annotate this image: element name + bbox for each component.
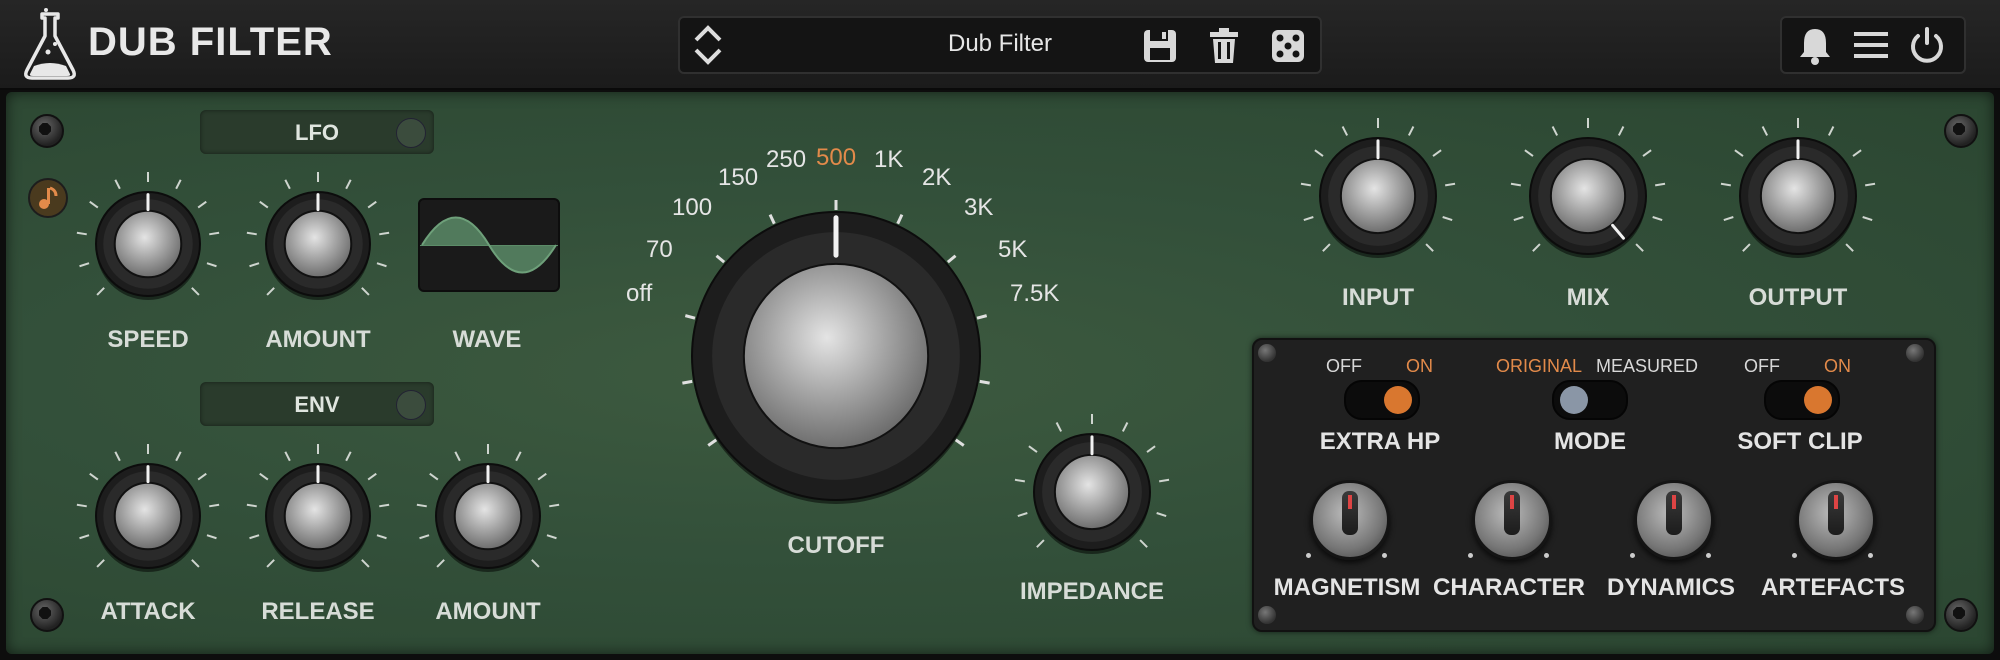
mix-label: MIX [1566, 284, 1610, 311]
bell-icon[interactable] [1794, 24, 1836, 66]
soft-clip-label: SOFT CLIP [1737, 428, 1863, 455]
lfo-amount-label: AMOUNT [265, 326, 371, 353]
flask-logo-icon [24, 8, 76, 80]
magnetism-label: MAGNETISM [1273, 574, 1421, 601]
screw [1944, 598, 1978, 632]
power-icon[interactable] [1906, 24, 1948, 66]
preset-name[interactable]: Dub Filter [880, 30, 1120, 58]
output-knob[interactable] [1706, 104, 1890, 288]
tick-dot [1306, 553, 1311, 558]
tick-dot [1382, 553, 1387, 558]
character-knob[interactable] [1472, 480, 1552, 560]
dynamics-knob[interactable] [1634, 480, 1714, 560]
preset-bar: Dub Filter [678, 16, 1322, 74]
input-knob[interactable] [1286, 104, 1470, 288]
cutoff-scale-label-selected: 500 [816, 144, 857, 171]
cutoff-scale-label: 2K [922, 164, 952, 191]
artefacts-label: ARTEFACTS [1761, 574, 1905, 601]
screw [30, 114, 64, 148]
screw [1258, 344, 1276, 362]
output-label: OUTPUT [1748, 284, 1848, 311]
input-label: INPUT [1342, 284, 1414, 311]
env-release-knob[interactable] [232, 430, 404, 602]
lfo-speed-knob[interactable] [62, 158, 234, 330]
dynamics-label: DYNAMICS [1606, 574, 1735, 601]
screw [30, 598, 64, 632]
lfo-power-button[interactable] [396, 118, 426, 148]
cutoff-knob[interactable] [676, 196, 996, 516]
trash-icon[interactable] [1204, 26, 1244, 66]
tick-dot [1468, 553, 1473, 558]
preset-up-down-arrows-icon[interactable] [690, 22, 726, 68]
screw [1906, 606, 1924, 624]
top-bar: DUB FILTER Dub Filter [0, 0, 2000, 90]
sine-wave-icon [420, 216, 558, 274]
mode-toggle[interactable] [1552, 380, 1628, 420]
lfo-speed-label: SPEED [107, 326, 189, 353]
soft-clip-off-option: OFF [1744, 356, 1780, 376]
soft-clip-toggle[interactable] [1764, 380, 1840, 420]
character-label: CHARACTER [1433, 574, 1585, 601]
screw [1944, 114, 1978, 148]
wave-selector[interactable] [418, 198, 560, 292]
screw [1906, 344, 1924, 362]
tick-dot [1868, 553, 1873, 558]
cutoff-scale-label: 250 [766, 146, 807, 173]
artefacts-knob[interactable] [1796, 480, 1876, 560]
mix-knob[interactable] [1496, 104, 1680, 288]
cutoff-label: CUTOFF [787, 532, 885, 559]
env-power-button[interactable] [396, 390, 426, 420]
tick-dot [1630, 553, 1635, 558]
magnetism-knob[interactable] [1310, 480, 1390, 560]
screw [1258, 606, 1276, 624]
env-attack-knob[interactable] [62, 430, 234, 602]
menu-icon[interactable] [1850, 24, 1892, 66]
env-section-header: ENV [200, 382, 434, 426]
lfo-amount-knob[interactable] [232, 158, 404, 330]
mode-measured-option: MEASURED [1596, 356, 1699, 376]
extra-hp-off-option: OFF [1326, 356, 1362, 376]
extra-hp-toggle[interactable] [1344, 380, 1420, 420]
randomize-dice-icon[interactable] [1268, 26, 1308, 66]
env-amount-label: AMOUNT [435, 598, 541, 625]
mode-label: MODE [1554, 428, 1626, 455]
env-amount-knob[interactable] [402, 430, 574, 602]
cutoff-scale-label: off [626, 280, 653, 307]
impedance-knob[interactable] [1000, 400, 1184, 584]
system-buttons [1780, 16, 1966, 74]
extra-hp-label: EXTRA HP [1319, 428, 1441, 455]
cutoff-scale-label: 5K [998, 236, 1028, 263]
cutoff-scale-label: 150 [718, 164, 759, 191]
lfo-section-header: LFO [200, 110, 434, 154]
env-attack-label: ATTACK [100, 598, 196, 625]
cutoff-scale-label: 1K [874, 146, 904, 173]
app-title: DUB FILTER [88, 20, 333, 64]
extra-hp-on-option: ON [1406, 356, 1433, 376]
cutoff-scale-label: 70 [646, 236, 673, 263]
soft-clip-on-option: ON [1824, 356, 1851, 376]
cutoff-scale-label: 7.5K [1010, 280, 1060, 307]
tick-dot [1792, 553, 1797, 558]
save-icon[interactable] [1140, 26, 1180, 66]
tick-dot [1544, 553, 1549, 558]
wave-label: WAVE [452, 326, 522, 353]
mode-original-option: ORIGINAL [1496, 356, 1583, 376]
impedance-label: IMPEDANCE [1019, 578, 1164, 605]
tick-dot [1706, 553, 1711, 558]
env-release-label: RELEASE [261, 598, 375, 625]
